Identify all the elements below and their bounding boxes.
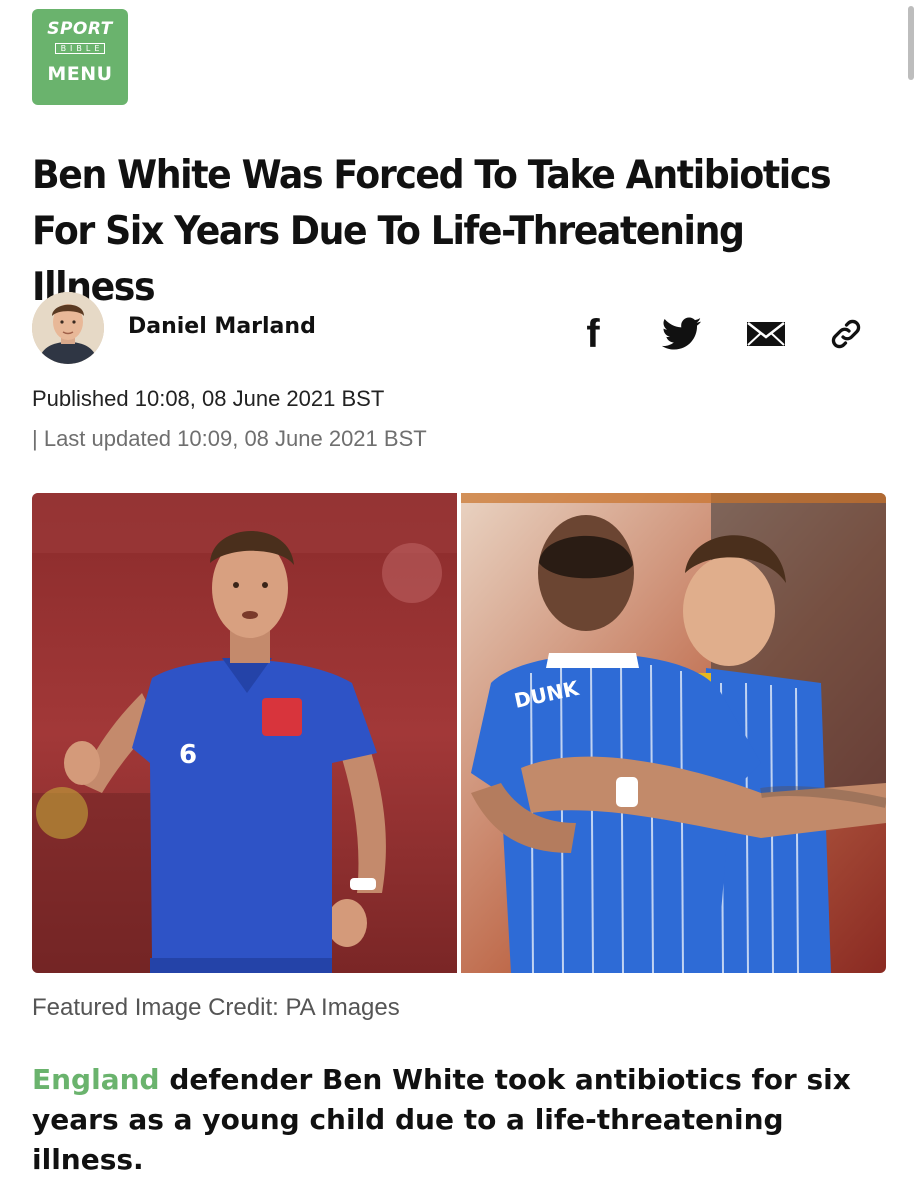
email-icon[interactable] <box>744 312 788 356</box>
facebook-icon[interactable]: f <box>576 312 610 356</box>
scroll-indicator[interactable] <box>908 6 914 80</box>
link-icon[interactable] <box>824 312 868 356</box>
england-link[interactable]: England <box>32 1063 160 1096</box>
author-avatar[interactable] <box>32 292 104 364</box>
twitter-icon[interactable] <box>660 312 704 356</box>
photo-brighton-players: DUNK <box>461 493 886 973</box>
menu-label: MENU <box>47 63 113 85</box>
updated-date: | Last updated 10:09, 08 June 2021 BST <box>32 426 427 451</box>
author-photo <box>32 292 104 364</box>
logo-text-bible: BIBLE <box>54 43 106 54</box>
article-headline: Ben White Was Forced To Take Antibiotics… <box>32 153 832 310</box>
shirt-number: 6 <box>179 740 197 770</box>
photo-england-player: 6 <box>32 493 457 973</box>
article-lede: England defender Ben White took antibiot… <box>32 1060 872 1180</box>
author-name[interactable]: Daniel Marland <box>128 314 316 339</box>
article-page: SPORT BIBLE MENU Ben White Was Forced To… <box>0 0 918 1200</box>
featured-image[interactable]: 6 DUNK <box>32 493 886 973</box>
menu-button[interactable]: SPORT BIBLE MENU <box>32 9 128 105</box>
published-date: Published 10:08, 08 June 2021 BST <box>32 386 385 411</box>
logo-text-sport: SPORT <box>47 19 113 39</box>
image-credit: Featured Image Credit: PA Images <box>32 994 400 1021</box>
